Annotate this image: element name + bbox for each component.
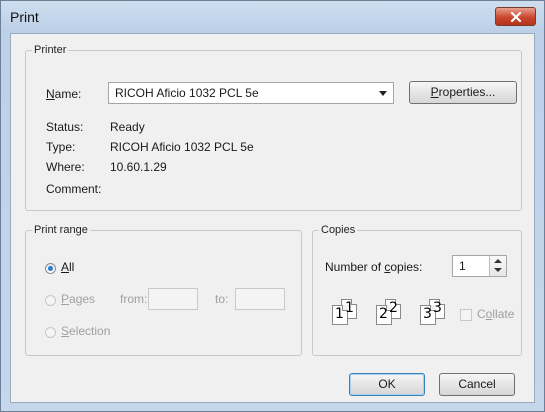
print-range-group-label: Print range [34, 224, 88, 236]
where-value: 10.60.1.29 [110, 160, 167, 174]
to-label: to: [215, 292, 229, 306]
copies-value: 1 [459, 259, 466, 273]
from-label: from: [120, 292, 148, 306]
collate-checkbox[interactable] [460, 309, 472, 321]
copies-group: Copies [312, 224, 522, 356]
stepper-buttons[interactable] [489, 256, 506, 276]
title-bar[interactable]: Print [1, 1, 544, 33]
type-label: Type: [46, 140, 76, 154]
all-radio-label[interactable]: All [61, 260, 74, 274]
ok-button[interactable]: OK [349, 373, 425, 396]
page-digit: 1 [335, 306, 344, 322]
close-icon [510, 12, 522, 22]
status-label: Status: [46, 120, 84, 134]
selection-radio-label[interactable]: Selection [61, 324, 110, 338]
status-value: Ready [110, 120, 145, 134]
printer-name-select[interactable]: RICOH Aficio 1032 PCL 5e [108, 82, 394, 104]
spin-down-icon[interactable] [494, 268, 502, 272]
all-radio[interactable] [45, 263, 56, 274]
to-page-field[interactable] [235, 288, 285, 310]
collate-label[interactable]: Collate [477, 307, 514, 321]
copies-group-label: Copies [321, 224, 356, 236]
selection-radio[interactable] [45, 327, 56, 338]
printer-name-value: RICOH Aficio 1032 PCL 5e [115, 86, 259, 100]
spin-up-icon[interactable] [494, 259, 502, 263]
page-digit: 2 [389, 300, 398, 316]
page-digit: 3 [423, 306, 432, 322]
properties-button[interactable]: Properties... [409, 81, 517, 104]
close-button[interactable] [495, 7, 536, 26]
where-label: Where: [46, 160, 85, 174]
from-page-field[interactable] [148, 288, 198, 310]
page-digit: 3 [433, 300, 442, 316]
copies-stepper[interactable]: 1 [452, 255, 507, 277]
page-digit: 2 [379, 306, 388, 322]
type-value: RICOH Aficio 1032 PCL 5e [110, 140, 254, 154]
page-digit: 1 [345, 300, 354, 316]
print-dialog: Print Printer Name: RICOH Aficio 1032 PC… [0, 0, 545, 412]
printer-group-label: Printer [34, 44, 67, 56]
dialog-body: Printer Name: RICOH Aficio 1032 PCL 5e P… [10, 33, 535, 403]
comment-label: Comment: [46, 182, 102, 196]
window-title: Print [10, 9, 39, 25]
number-of-copies-label: Number of copies: [325, 260, 423, 274]
name-label: Name: [46, 87, 82, 101]
cancel-button[interactable]: Cancel [439, 373, 515, 396]
dropdown-arrow-icon [379, 91, 387, 96]
pages-radio[interactable] [45, 295, 56, 306]
pages-radio-label[interactable]: Pages [61, 292, 95, 306]
